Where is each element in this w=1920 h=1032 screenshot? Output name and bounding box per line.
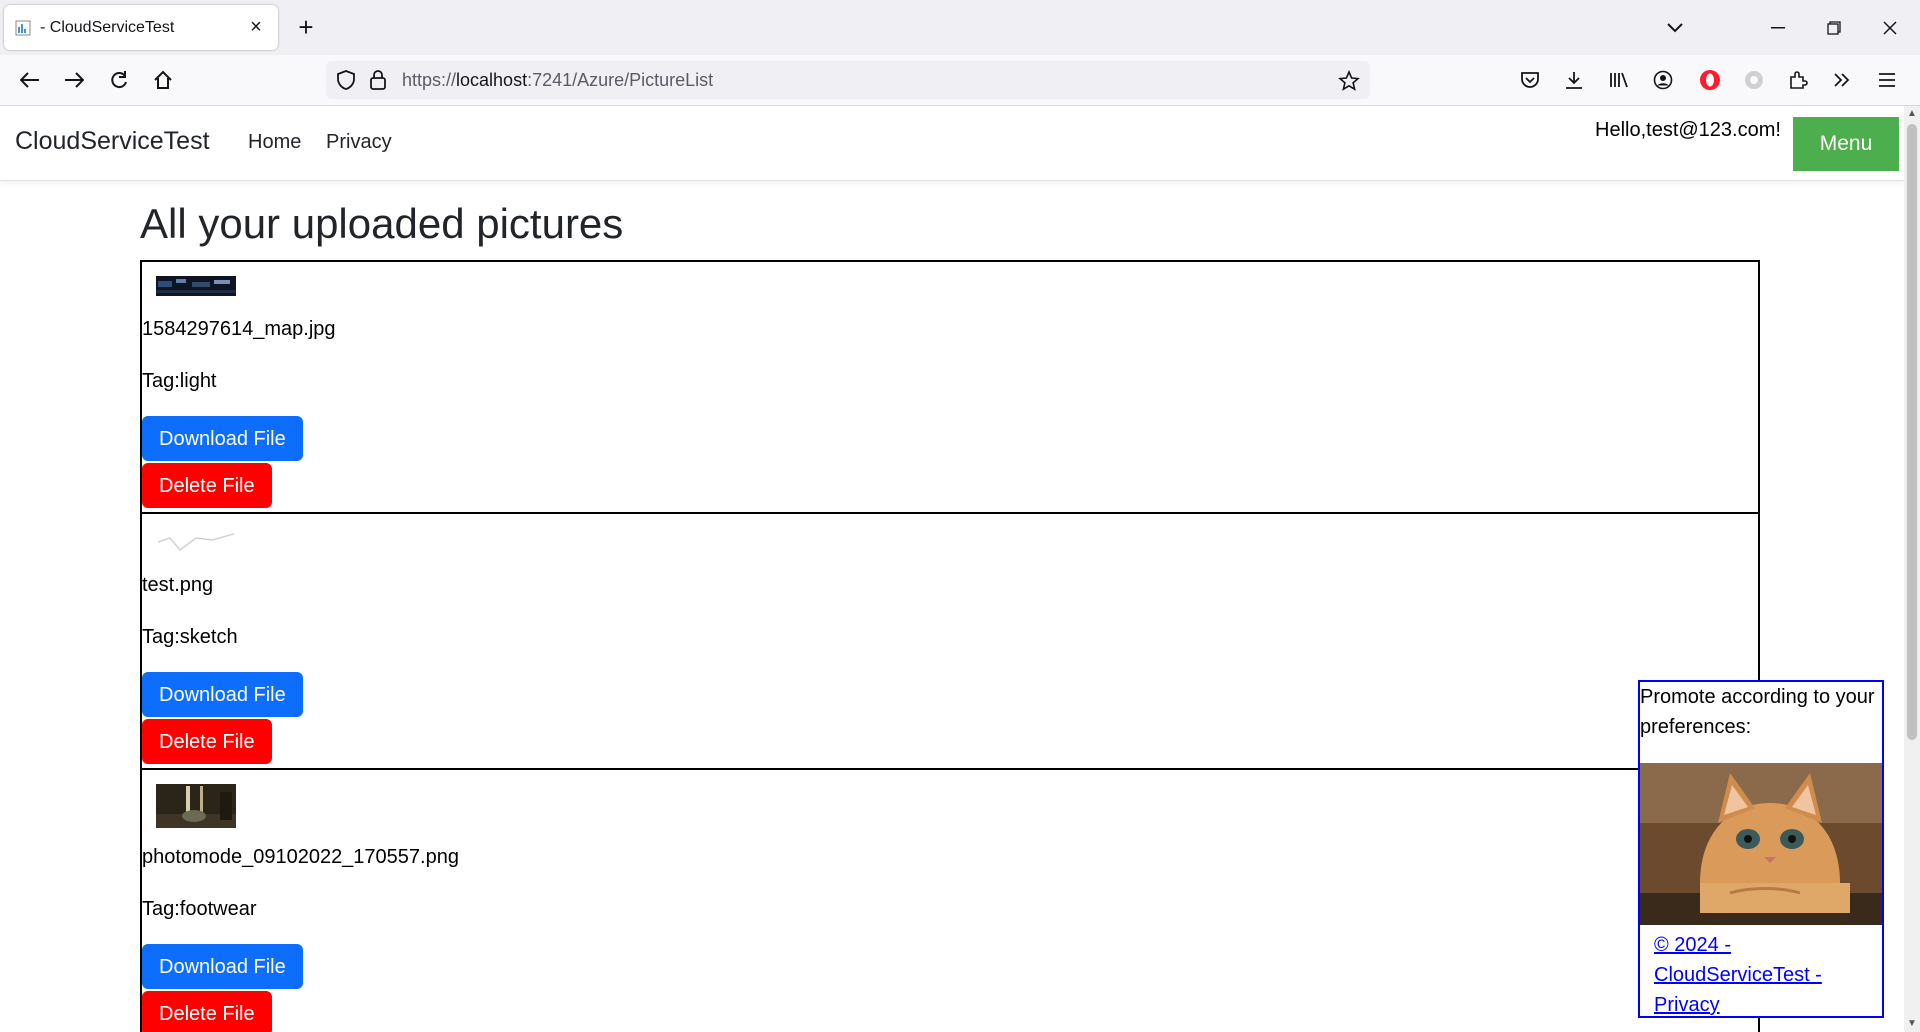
browser-tab[interactable]: - CloudServiceTest × (4, 5, 278, 50)
url-path: :7241/Azure/PictureList (527, 70, 714, 90)
table-row: 1584297614_map.jpg Tag:light Download Fi… (141, 261, 1759, 513)
nav-privacy-link[interactable]: Privacy (326, 131, 392, 154)
address-bar[interactable]: https://localhost:7241/Azure/PictureList (326, 61, 1370, 99)
picture-thumbnail-photomode (156, 784, 236, 828)
new-tab-icon[interactable]: + (292, 14, 320, 42)
file-tag: Tag:light (142, 370, 217, 392)
page-favicon-icon (14, 19, 32, 37)
forward-icon[interactable] (58, 64, 90, 96)
account-icon[interactable] (1647, 64, 1679, 96)
user-greeting: Hello,test@123.com! (1595, 119, 1781, 141)
downloads-icon[interactable] (1558, 64, 1590, 96)
url-host: localhost (456, 70, 528, 90)
restore-icon[interactable] (1814, 12, 1854, 44)
file-name: photomode_09102022_170557.png (142, 846, 459, 868)
promo-kitten-image (1640, 763, 1882, 925)
tracking-protection-icon[interactable] (336, 70, 356, 95)
tab-title: - CloudServiceTest (40, 18, 175, 36)
table-row: test.png Tag:sketch Download File Delete… (141, 513, 1759, 769)
page-title: All your uploaded pictures (140, 200, 624, 247)
picture-cell: photomode_09102022_170557.png Tag:footwe… (141, 769, 1759, 1032)
hamburger-menu-icon[interactable] (1871, 64, 1903, 96)
browser-toolbar: https://localhost:7241/Azure/PictureList (0, 55, 1920, 106)
extensions-icon[interactable] (1782, 64, 1814, 96)
footer-privacy-link[interactable]: © 2024 - CloudServiceTest - Privacy (1654, 930, 1874, 1020)
picture-cell: 1584297614_map.jpg Tag:light Download Fi… (141, 261, 1759, 513)
more-tools-chevron-icon[interactable] (1826, 64, 1858, 96)
extension-puzzle-faded-icon[interactable] (1738, 64, 1770, 96)
download-file-button[interactable]: Download File (142, 672, 303, 717)
minimize-icon[interactable] (1758, 12, 1798, 44)
page-viewport: CloudServiceTest Home Privacy Hello,test… (0, 106, 1904, 1032)
nav-home-link[interactable]: Home (248, 131, 301, 154)
close-window-icon[interactable] (1870, 12, 1910, 44)
download-file-button[interactable]: Download File (142, 944, 303, 989)
table-row: photomode_09102022_170557.png Tag:footwe… (141, 769, 1759, 1032)
promo-text: Promote according to your preferences: (1640, 686, 1875, 738)
site-navbar: CloudServiceTest Home Privacy Hello,test… (0, 106, 1904, 181)
page-scrollbar[interactable]: ▲ ▼ (1904, 106, 1920, 1032)
delete-file-button[interactable]: Delete File (142, 991, 272, 1032)
home-icon[interactable] (147, 64, 179, 96)
site-brand[interactable]: CloudServiceTest (15, 127, 210, 156)
picture-thumbnail-map (156, 276, 236, 296)
menu-button[interactable]: Menu (1793, 117, 1899, 171)
scrollbar-thumb[interactable] (1907, 124, 1917, 740)
picture-cell: test.png Tag:sketch Download File Delete… (141, 513, 1759, 769)
lock-icon[interactable] (369, 69, 387, 96)
file-tag: Tag:footwear (142, 898, 257, 920)
picture-thumbnail-sketch (157, 533, 235, 552)
opera-extension-icon[interactable] (1694, 64, 1726, 96)
file-name: 1584297614_map.jpg (142, 318, 336, 340)
scroll-down-icon[interactable]: ▼ (1904, 1016, 1920, 1032)
download-file-button[interactable]: Download File (142, 416, 303, 461)
file-name: test.png (142, 574, 214, 596)
back-icon[interactable] (14, 64, 46, 96)
delete-file-button[interactable]: Delete File (142, 463, 272, 508)
pocket-icon[interactable] (1514, 64, 1546, 96)
delete-file-button[interactable]: Delete File (142, 719, 272, 764)
bookmark-star-icon[interactable] (1338, 69, 1360, 97)
list-all-tabs-icon[interactable] (1655, 12, 1695, 44)
file-tag: Tag:sketch (142, 626, 238, 648)
scroll-up-icon[interactable]: ▲ (1904, 106, 1920, 122)
close-tab-icon[interactable]: × (244, 16, 268, 39)
reload-icon[interactable] (103, 64, 135, 96)
pictures-table: 1584297614_map.jpg Tag:light Download Fi… (140, 260, 1760, 1032)
url-prefix: https:// (402, 70, 457, 90)
library-icon[interactable] (1603, 64, 1635, 96)
browser-tab-bar: - CloudServiceTest × + (0, 0, 1920, 55)
url-text[interactable]: https://localhost:7241/Azure/PictureList (402, 70, 713, 91)
promo-panel: Promote according to your preferences: ©… (1638, 680, 1884, 1018)
